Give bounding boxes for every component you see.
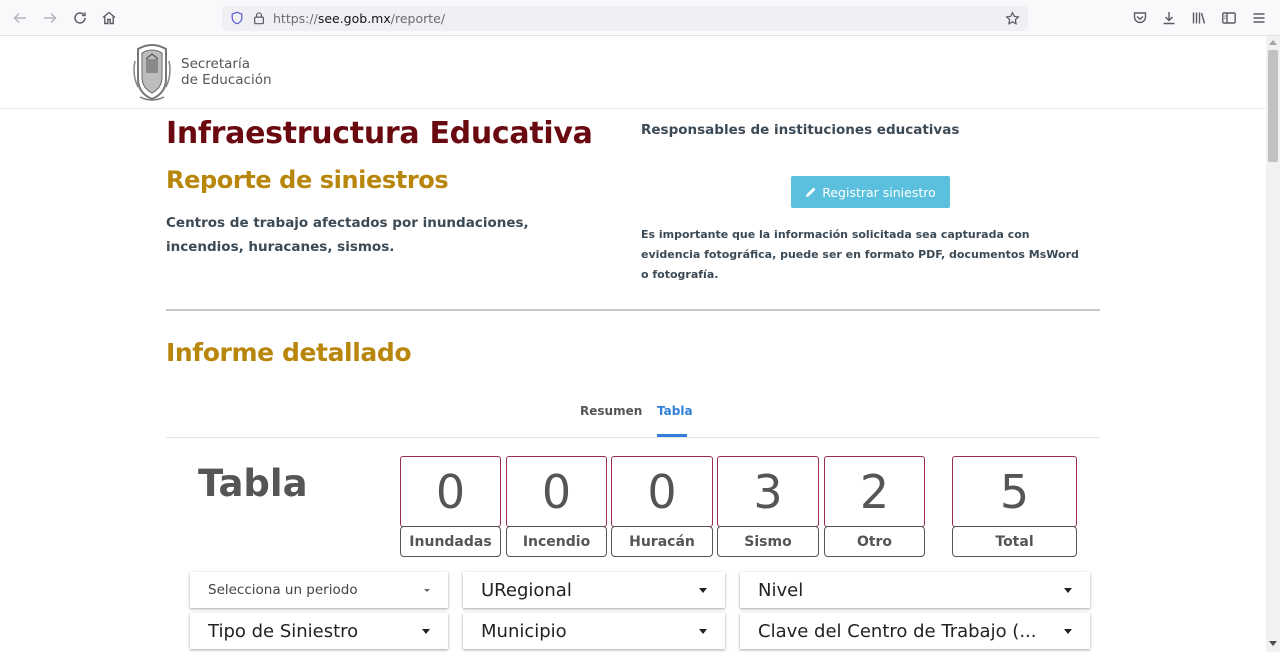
tipo-siniestro-select[interactable]: Tipo de Siniestro [190,613,448,649]
browser-toolbar: https://see.gob.mx/reporte/ [0,0,1280,36]
pocket-icon[interactable] [1132,10,1148,26]
tab-resumen[interactable]: Resumen [580,404,642,418]
stat-total-label: Total [952,526,1077,557]
tracking-shield-icon[interactable] [230,11,244,25]
uregional-select[interactable]: URegional [463,572,725,608]
stat-huracan-value: 0 [611,456,713,527]
stat-sismo-value: 3 [717,456,819,527]
chevron-down-icon [699,588,707,593]
stat-incendio-label: Incendio [506,526,607,557]
nivel-select-value: Nivel [758,579,804,601]
stat-otro-value: 2 [824,456,925,527]
scroll-down-arrow-icon[interactable] [1269,641,1277,646]
periodo-select-value: Selecciona un periodo [208,582,358,598]
stat-inundadas-value: 0 [400,456,501,527]
logo-text[interactable]: Secretaría de Educación [181,56,272,88]
scroll-up-arrow-icon[interactable] [1269,40,1277,45]
register-incident-label: Registrar siniestro [822,184,936,200]
stat-sismo-label: Sismo [717,526,819,557]
logo-text-line1: Secretaría [181,56,250,72]
forward-icon[interactable] [40,8,60,28]
tipo-siniestro-select-value: Tipo de Siniestro [208,620,359,642]
bookmark-star-icon[interactable] [1005,11,1020,26]
section-divider [166,309,1100,311]
scrollbar-thumb[interactable] [1268,50,1278,162]
chevron-down-icon [1064,629,1072,634]
uregional-select-value: URegional [481,579,572,601]
chevron-down-icon [699,629,707,634]
home-icon[interactable] [99,8,119,28]
url-bar[interactable]: https://see.gob.mx/reporte/ [222,6,1028,31]
municipio-select[interactable]: Municipio [463,613,725,649]
library-icon[interactable] [1191,10,1207,26]
download-icon[interactable] [1161,10,1177,26]
section-title: Informe detallado [166,338,412,367]
reload-icon[interactable] [70,8,90,28]
page-description: Centros de trabajo afectados por inundac… [166,215,529,255]
state-seal-logo-icon[interactable] [132,41,172,103]
responsables-heading: Responsables de instituciones educativas [641,122,960,138]
register-incident-button[interactable]: Registrar siniestro [791,176,950,208]
tab-tabla[interactable]: Tabla [657,404,693,418]
stat-total-value: 5 [952,456,1077,527]
logo-text-line2: de Educación [181,72,272,88]
page-subtitle: Reporte de siniestros [166,166,449,194]
chevron-down-icon [424,589,430,592]
back-icon[interactable] [10,8,30,28]
page-title: Infraestructura Educativa [166,116,593,151]
tabs-underline [166,437,1100,438]
site-header: Secretaría de Educación [0,36,1266,109]
stat-incendio-value: 0 [506,456,607,527]
url-text[interactable]: https://see.gob.mx/reporte/ [273,11,445,26]
menu-icon[interactable] [1251,10,1267,26]
nivel-select[interactable]: Nivel [740,572,1090,608]
tabla-heading: Tabla [198,462,308,505]
municipio-select-value: Municipio [481,620,567,642]
sidebar-icon[interactable] [1221,10,1237,26]
stat-inundadas-label: Inundadas [400,526,501,557]
stat-otro-label: Otro [824,526,925,557]
chevron-down-icon [1064,588,1072,593]
periodo-select[interactable]: Selecciona un periodo [190,572,448,608]
stat-huracan-label: Huracán [611,526,713,557]
lock-icon[interactable] [252,11,266,25]
evidence-note: Es importante que la información solicit… [641,228,1079,281]
clave-centro-select-value: Clave del Centro de Trabajo (... [758,620,1037,642]
clave-centro-select[interactable]: Clave del Centro de Trabajo (... [740,613,1090,649]
chevron-down-icon [422,629,430,634]
pencil-icon [806,187,816,197]
